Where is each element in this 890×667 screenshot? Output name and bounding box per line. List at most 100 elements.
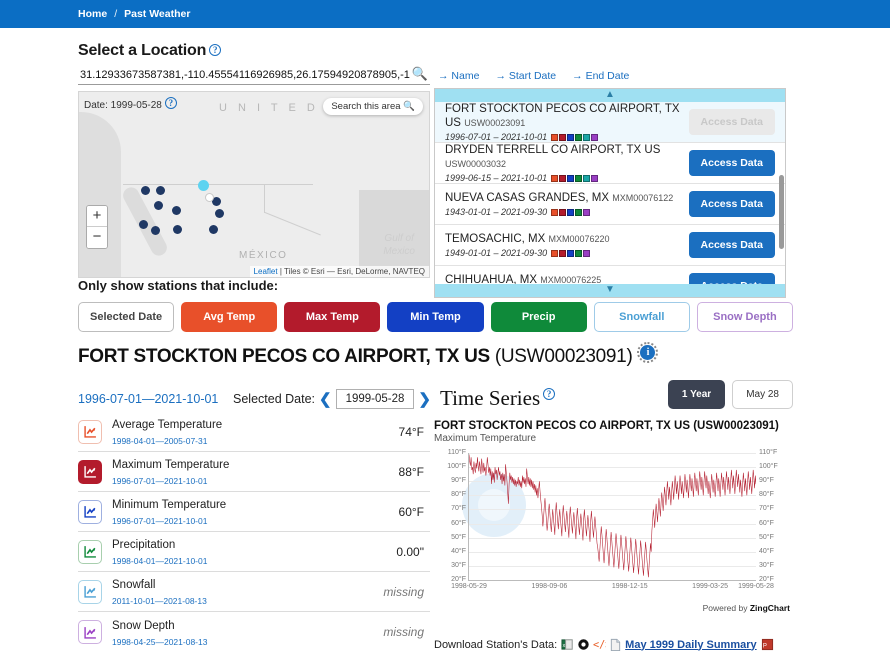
measurement-text: Minimum Temperature 1996-07-01—2021-10-0… (112, 496, 399, 527)
list-item[interactable]: Snowfall 2011-10-01—2021-08-13 missing (78, 572, 430, 612)
sort-controls: → Name → Start Date → End Date (434, 70, 786, 82)
station-detail-title: FORT STOCKTON PECOS CO AIRPORT, TX US (U… (78, 346, 637, 367)
access-data-button[interactable]: Access Data (689, 150, 775, 176)
xml-icon[interactable]: </> (593, 638, 605, 651)
chart-y-tick: 60°F (451, 520, 466, 527)
filter-chip-selected-date[interactable]: Selected Date (78, 302, 174, 332)
list-item[interactable]: Minimum Temperature 1996-07-01—2021-10-0… (78, 492, 430, 532)
station-name: FORT STOCKTON PECOS CO AIRPORT, TX US US… (445, 102, 689, 130)
filter-chip-min-temp[interactable]: Min Temp (387, 302, 483, 332)
range-button-may-28[interactable]: May 28 (732, 380, 793, 409)
download-row: Download Station's Data: x </> May 1999 … (434, 638, 773, 651)
variable-swatches (551, 134, 598, 141)
station-meta: 1943-01-01 – 2021-09-30 (445, 207, 673, 217)
search-icon[interactable]: 🔍 (412, 66, 428, 82)
help-icon[interactable]: ? (209, 44, 221, 56)
station-id: USW00003032 (445, 159, 506, 169)
chart-range-buttons: 1 Year May 28 (668, 380, 793, 409)
coordinate-input[interactable] (78, 67, 430, 85)
map-station-marker[interactable] (215, 209, 224, 218)
sort-by-end-date[interactable]: → End Date (572, 70, 629, 82)
svg-text:x: x (563, 643, 566, 649)
table-row[interactable]: FORT STOCKTON PECOS CO AIRPORT, TX US US… (435, 102, 785, 143)
chart-y-tick: 60°F (759, 520, 774, 527)
zoom-in-button[interactable]: + (87, 206, 107, 227)
station-name: DRYDEN TERRELL CO AIRPORT, TX US USW0000… (445, 143, 689, 171)
map-date-label: Date: 1999-05-28? (84, 97, 177, 111)
map-zoom-controls[interactable]: + − (86, 205, 108, 249)
pdf-icon[interactable]: P (761, 638, 773, 651)
table-row[interactable]: NUEVA CASAS GRANDES, MX MXM00076122 1943… (435, 184, 785, 225)
json-icon[interactable] (577, 638, 589, 651)
measurement-value: 60°F (399, 505, 430, 519)
filter-chip-row: Selected Date Avg Temp Max Temp Min Temp… (78, 302, 793, 332)
list-item[interactable]: Snow Depth 1998-04-25—2021-08-13 missing (78, 612, 430, 652)
filter-chip-snowfall[interactable]: Snowfall (594, 302, 690, 332)
filter-chip-snow-depth[interactable]: Snow Depth (697, 302, 793, 332)
help-icon[interactable]: ? (543, 388, 555, 400)
chart-y-tick: 50°F (451, 534, 466, 541)
breadcrumb-current[interactable]: Past Weather (124, 8, 190, 20)
map-station-marker[interactable] (151, 226, 160, 235)
selected-date-value[interactable]: 1999-05-28 (336, 389, 415, 409)
chart-y-tick: 20°F (451, 576, 466, 583)
access-data-button[interactable]: Access Data (689, 232, 775, 258)
map-station-marker[interactable] (172, 206, 181, 215)
sort-by-start-date[interactable]: → Start Date (495, 70, 556, 82)
zoom-out-button[interactable]: − (87, 227, 107, 248)
station-id: MXM00076122 (612, 193, 673, 203)
chart-y-tick: 80°F (451, 491, 466, 498)
list-item[interactable]: Average Temperature 1998-04-01—2005-07-3… (78, 412, 430, 452)
help-icon[interactable]: ? (165, 97, 177, 109)
measurement-text: Precipitation 1998-04-01—2021-10-01 (112, 536, 396, 567)
table-row[interactable]: DRYDEN TERRELL CO AIRPORT, TX US USW0000… (435, 143, 785, 184)
filter-chip-avg-temp[interactable]: Avg Temp (181, 302, 277, 332)
leaflet-map[interactable]: U N I T E D S T A T E S MÉXICO Gulf ofMe… (78, 91, 430, 278)
scroll-up-button[interactable]: ▲ (435, 89, 785, 102)
map-station-marker[interactable] (209, 225, 218, 234)
station-name: NUEVA CASAS GRANDES, MX MXM00076122 (445, 191, 673, 205)
scroll-down-button[interactable]: ▼ (435, 284, 785, 297)
chart-subtitle: Maximum Temperature (434, 433, 790, 444)
filter-chip-precip[interactable]: Precip (491, 302, 587, 332)
range-button-1-year[interactable]: 1 Year (668, 380, 725, 409)
chart-y-tick: 110°F (759, 449, 777, 456)
map-station-marker[interactable] (141, 186, 150, 195)
map-station-marker[interactable] (173, 225, 182, 234)
map-station-marker[interactable] (139, 220, 148, 229)
station-info: NUEVA CASAS GRANDES, MX MXM00076122 1943… (445, 191, 673, 217)
download-label: Download Station's Data: (434, 639, 557, 651)
list-item[interactable]: Precipitation 1998-04-01—2021-10-01 0.00… (78, 532, 430, 572)
chart-axes: 110°F110°F100°F100°F90°F90°F80°F80°F70°F… (468, 453, 756, 581)
text-icon[interactable] (609, 638, 621, 651)
list-item[interactable]: Maximum Temperature 1996-07-01—2021-10-0… (78, 452, 430, 492)
station-list-scrollbar[interactable] (779, 105, 784, 281)
chart-y-tick: 100°F (759, 463, 778, 470)
map-station-marker-hover[interactable] (205, 193, 214, 202)
daily-summary-link[interactable]: May 1999 Daily Summary (625, 639, 756, 651)
chart-line-series (469, 453, 756, 580)
csv-icon[interactable]: x (561, 638, 573, 651)
leaflet-link[interactable]: Leaflet (254, 267, 278, 276)
chevron-right-icon[interactable]: ❯ (418, 390, 431, 408)
table-row[interactable]: TEMOSACHIC, MX MXM00076220 1949-01-01 – … (435, 225, 785, 266)
station-meta: 1996-07-01 – 2021-10-01 (445, 132, 689, 142)
info-icon[interactable]: i (640, 345, 655, 360)
chart-y-tick: 50°F (759, 534, 774, 541)
map-station-marker[interactable] (154, 201, 163, 210)
chart-line-icon (78, 460, 102, 484)
filter-chip-max-temp[interactable]: Max Temp (284, 302, 380, 332)
search-this-area-button[interactable]: Search this area 🔍 (323, 98, 423, 115)
chart-y-tick: 90°F (759, 477, 774, 484)
breadcrumb-home[interactable]: Home (78, 8, 107, 20)
map-gulf-label: Gulf ofMexico (383, 232, 415, 258)
map-station-marker-selected[interactable] (198, 180, 209, 191)
access-data-button[interactable]: Access Data (689, 191, 775, 217)
chevron-left-icon[interactable]: ❮ (319, 390, 332, 408)
map-station-marker[interactable] (156, 186, 165, 195)
chart-plot-area[interactable]: 110°F110°F100°F100°F90°F90°F80°F80°F70°F… (434, 447, 790, 597)
chart-x-tick: 1998-09-06 (531, 583, 567, 590)
location-and-stations-section: Select a Location? 🔍 U N I T E D S T A T… (0, 28, 890, 273)
sort-by-name[interactable]: → Name (438, 70, 479, 82)
measurement-text: Snow Depth 1998-04-25—2021-08-13 (112, 617, 383, 648)
